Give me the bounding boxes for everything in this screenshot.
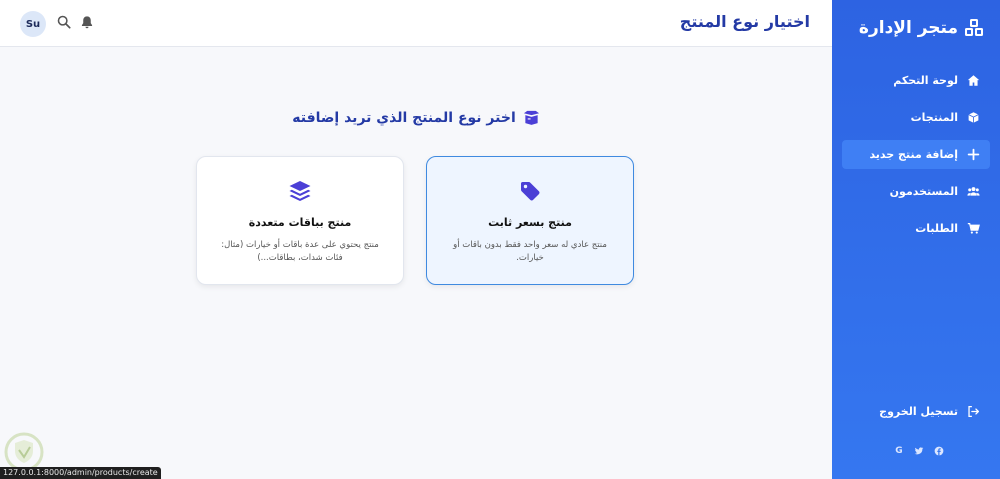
users-icon xyxy=(967,187,980,196)
sidebar-item-label: إضافة منتج جديد xyxy=(869,148,958,161)
product-type-card-fixed-price[interactable]: منتج بسعر ثابت منتج عادي له سعر واحد فقط… xyxy=(426,156,634,285)
heading-text: اختر نوع المنتج الذي تريد إضافته xyxy=(292,109,516,126)
search-icon[interactable] xyxy=(57,15,71,29)
plus-icon xyxy=(967,148,980,161)
brand-name: متجر الإدارة xyxy=(858,18,958,38)
top-header: اختيار نوع المنتج Su xyxy=(0,0,832,47)
card-title: منتج بباقات متعددة xyxy=(248,216,352,229)
cart-icon xyxy=(967,223,980,234)
logout-button[interactable]: تسجيل الخروج xyxy=(879,405,980,418)
bell-icon[interactable] xyxy=(80,15,94,29)
avatar[interactable]: Su xyxy=(20,11,46,37)
tag-icon xyxy=(521,182,540,201)
twitter-icon[interactable] xyxy=(914,446,924,456)
sidebar-item-dashboard[interactable]: لوحة التحكم xyxy=(842,66,990,95)
product-type-card-packages[interactable]: منتج بباقات متعددة منتج يحتوي على عدة با… xyxy=(196,156,404,285)
watermark-shield-icon xyxy=(4,432,44,472)
sidebar-item-label: المستخدمون xyxy=(889,185,958,198)
sidebar-item-products[interactable]: المنتجات xyxy=(842,103,990,132)
card-description: منتج عادي له سعر واحد فقط بدون باقات أو … xyxy=(453,240,607,263)
home-icon xyxy=(967,75,980,86)
sidebar-item-users[interactable]: المستخدمون xyxy=(842,177,990,206)
card-description: منتج يحتوي على عدة باقات أو خيارات (مثال… xyxy=(221,240,379,263)
box-open-icon xyxy=(523,110,539,125)
browser-status-url: 127.0.0.1:8000/admin/products/create xyxy=(0,467,161,479)
page-title: اختيار نوع المنتج xyxy=(679,12,810,31)
sidebar: متجر الإدارة لوحة التحكم المنتجات إضافة … xyxy=(832,0,1000,479)
logout-icon xyxy=(968,405,980,418)
sidebar-nav: لوحة التحكم المنتجات إضافة منتج جديد الم… xyxy=(832,66,1000,251)
social-links: G xyxy=(894,446,944,456)
sidebar-item-label: لوحة التحكم xyxy=(893,74,958,87)
sidebar-item-orders[interactable]: الطلبات xyxy=(842,214,990,243)
sidebar-item-label: الطلبات xyxy=(915,222,958,235)
sidebar-item-label: المنتجات xyxy=(910,111,958,124)
logout-label: تسجيل الخروج xyxy=(879,405,958,418)
section-heading: اختر نوع المنتج الذي تريد إضافته xyxy=(0,109,832,126)
brand[interactable]: متجر الإدارة xyxy=(859,18,984,38)
layers-icon xyxy=(289,181,311,201)
box-icon xyxy=(968,112,979,123)
card-title: منتج بسعر ثابت xyxy=(488,216,572,229)
sidebar-item-add-product[interactable]: إضافة منتج جديد xyxy=(842,140,990,169)
facebook-icon[interactable] xyxy=(934,446,944,456)
cubes-icon xyxy=(965,19,983,36)
google-icon[interactable]: G xyxy=(894,446,904,456)
